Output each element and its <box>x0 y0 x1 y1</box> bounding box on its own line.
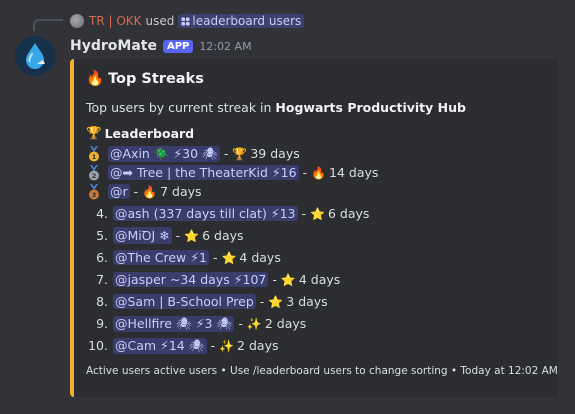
user-mention[interactable]: @Sam | B-School Prep <box>113 294 256 309</box>
streak-days: 2 days <box>237 338 279 353</box>
streak-days: 7 days <box>160 184 202 199</box>
bot-avatar[interactable] <box>15 36 55 76</box>
row-separator: - <box>259 294 265 309</box>
leaderboard-row: 8. @Sam | B-School Prep - ⭐ 3 days <box>86 292 328 311</box>
slash-command-mention[interactable]: leaderboard users <box>178 14 305 28</box>
leaderboard-row: 6. @The Crew ⚡1- ⭐ 4 days <box>86 248 281 267</box>
streak-icon: ⭐ <box>184 228 200 243</box>
embed-title-text: Top Streaks <box>108 70 204 87</box>
row-separator: - <box>301 206 307 221</box>
rank-number: 7. <box>96 272 108 287</box>
embed-title: 🔥 Top Streaks <box>86 70 204 88</box>
streak-icon: ⭐ <box>268 294 284 309</box>
streak-days: 6 days <box>327 206 370 221</box>
streak-days: 2 days <box>264 316 307 331</box>
row-separator: - <box>238 316 243 331</box>
embed-description: Top users by current streak in Hogwarts … <box>86 100 466 115</box>
message-header: HydroMate APP 12:02 AM <box>70 37 252 55</box>
row-separator: - <box>272 272 277 287</box>
streak-days: 39 days <box>250 146 300 161</box>
gold-medal-icon: 1 <box>89 145 99 161</box>
streak-icon: 🔥 <box>142 184 158 199</box>
leaderboard-row: 4. @ash (337 days till clat) ⚡13- ⭐ 6 days <box>86 204 369 223</box>
user-mention[interactable]: @jasper ~34 days ⚡107 <box>113 272 269 287</box>
trophy-icon: 🏆 <box>86 125 102 140</box>
row-separator: - <box>223 146 229 161</box>
user-mention[interactable]: @r <box>108 184 130 199</box>
streak-icon: 🔥 <box>311 165 327 180</box>
embed-footer: Active users active users • Use /leaderb… <box>86 365 558 377</box>
server-name: Hogwarts Productivity Hub <box>275 100 466 115</box>
streak-icon: ⭐ <box>221 250 237 265</box>
leaderboard-row: 10. @Cam ⚡14 🕷 - ✨ 2 days <box>86 336 278 355</box>
streak-icon: ✨ <box>219 338 235 353</box>
row-separator: - <box>175 228 181 243</box>
leaderboard-row: 2 @➡ Tree | the TheaterKid ⚡16- 🔥 14 days <box>86 163 378 182</box>
row-separator: - <box>210 338 216 353</box>
streak-icon: 🏆 <box>232 146 248 161</box>
fire-icon: 🔥 <box>86 71 105 87</box>
svg-text:2: 2 <box>92 172 97 180</box>
user-mention[interactable]: @Cam ⚡14 🕷 <box>113 337 207 354</box>
bot-username[interactable]: HydroMate <box>70 38 157 54</box>
user-mention[interactable]: @➡ Tree | the TheaterKid ⚡16 <box>108 165 299 180</box>
user-mention[interactable]: @Axin 🪲 ⚡30 🕷 <box>108 145 220 162</box>
leaderboard-row: 7. @jasper ~34 days ⚡107- ⭐ 4 days <box>86 270 340 289</box>
streak-days: 4 days <box>298 272 341 287</box>
row-separator: - <box>302 165 308 180</box>
water-drop-icon <box>15 36 55 76</box>
reply-username[interactable]: TR | OKK <box>89 14 142 28</box>
streak-icon: ⭐ <box>310 206 325 221</box>
reply-connector <box>33 19 63 31</box>
leaderboard-heading: 🏆 Leaderboard <box>86 125 194 141</box>
slash-command-label: leaderboard users <box>192 14 302 28</box>
rank-number: 4. <box>96 206 108 221</box>
rank-number: 9. <box>96 316 108 331</box>
leaderboard-row: 1 @Axin 🪲 ⚡30 🕷 - 🏆 39 days <box>86 144 300 163</box>
message-timestamp[interactable]: 12:02 AM <box>199 40 251 53</box>
streak-icon: ⭐ <box>280 272 296 287</box>
row-separator: - <box>133 184 139 199</box>
streak-days: 6 days <box>202 228 244 243</box>
description-prefix: Top users by current streak in <box>86 100 276 115</box>
rank-number: 10. <box>88 338 108 353</box>
row-separator: - <box>212 250 218 265</box>
streak-days: 3 days <box>286 294 328 309</box>
streak-icon: ✨ <box>246 316 262 331</box>
user-mention[interactable]: @The Crew ⚡1 <box>113 250 209 265</box>
reply-context[interactable]: TR | OKK used leaderboard users <box>70 12 305 30</box>
bronze-medal-icon: 3 <box>89 183 99 199</box>
rank-number: 6. <box>96 250 108 265</box>
silver-medal-icon: 2 <box>89 164 99 180</box>
leaderboard-row: 5. @MiꝹJ ❄ - ⭐ 6 days <box>86 226 244 245</box>
reply-user-avatar[interactable] <box>70 14 84 28</box>
svg-text:3: 3 <box>92 191 97 199</box>
streak-days: 4 days <box>239 250 281 265</box>
slash-command-icon <box>181 17 190 26</box>
streak-days: 14 days <box>329 165 379 180</box>
user-mention[interactable]: @ash (337 days till clat) ⚡13 <box>113 206 298 221</box>
app-badge: APP <box>162 39 194 53</box>
svg-text:1: 1 <box>92 153 97 161</box>
rank-number: 8. <box>96 294 108 309</box>
rank-number: 5. <box>96 228 108 243</box>
user-mention[interactable]: @Hellfire 🕷 ⚡3 🕷 <box>113 315 235 332</box>
reply-used-label: used <box>145 14 175 28</box>
leaderboard-embed: 🔥 Top Streaks Top users by current strea… <box>70 59 558 397</box>
leaderboard-heading-text: Leaderboard <box>104 125 195 141</box>
leaderboard-row: 9. @Hellfire 🕷 ⚡3 🕷 - ✨ 2 days <box>86 314 306 333</box>
user-mention[interactable]: @MiꝹJ ❄ <box>113 227 172 244</box>
leaderboard-row: 3 @r - 🔥 7 days <box>86 182 202 201</box>
